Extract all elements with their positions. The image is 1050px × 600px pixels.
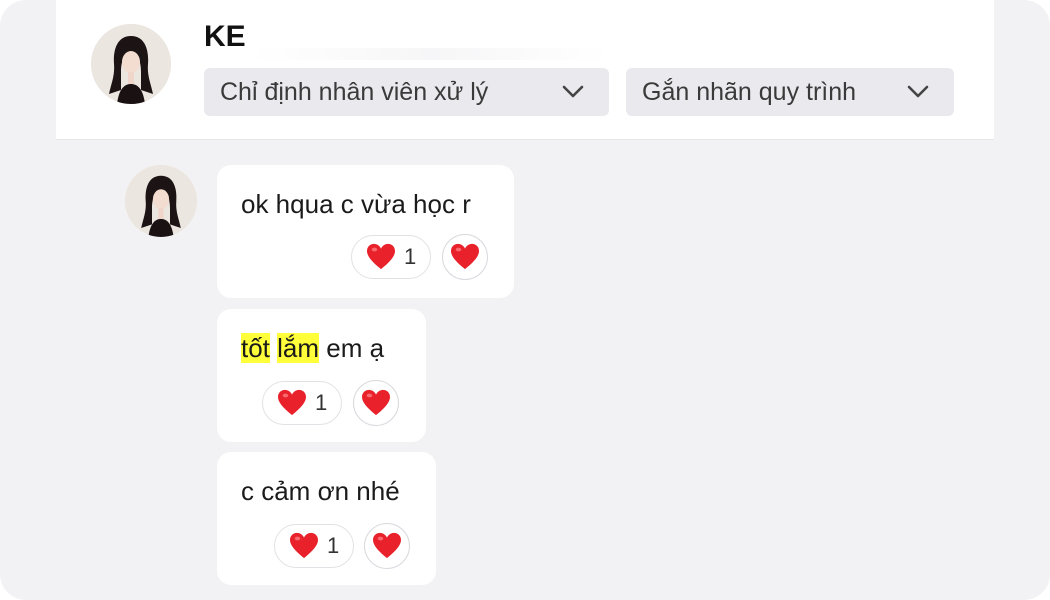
chevron-down-icon (907, 85, 929, 98)
assign-staff-dropdown[interactable]: Chỉ định nhân viên xử lý (204, 68, 609, 116)
conversation-header: KE Chỉ định nhân viên xử lý Gắn nhãn quy… (56, 0, 994, 140)
message-text: c cảm ơn nhé (241, 476, 400, 506)
reaction-chip[interactable]: 1 (351, 235, 431, 279)
add-reaction-button[interactable] (364, 523, 410, 569)
heart-icon (367, 243, 395, 270)
message-bubble[interactable]: c cảm ơn nhé 1 (217, 452, 436, 585)
contact-name: KE (204, 20, 246, 53)
add-reaction-button[interactable] (442, 234, 488, 280)
chevron-down-icon (562, 85, 584, 98)
message-bubble[interactable]: tốt lắm em ạ 1 (217, 309, 426, 442)
message-text: ok hqua c vừa học r (241, 189, 471, 219)
sender-avatar[interactable] (125, 165, 197, 237)
reaction-count: 1 (327, 533, 340, 558)
heart-icon (373, 532, 401, 559)
reaction-count: 1 (315, 390, 328, 415)
contact-name-mask (251, 48, 611, 60)
contact-avatar[interactable] (91, 24, 171, 104)
heart-icon (362, 389, 390, 416)
heart-icon (278, 389, 306, 416)
reaction-count: 1 (404, 244, 417, 269)
assign-staff-label: Chỉ định nhân viên xử lý (220, 77, 489, 106)
heart-icon (451, 243, 479, 270)
add-reaction-button[interactable] (353, 380, 399, 426)
process-label-dropdown[interactable]: Gắn nhãn quy trình (626, 68, 954, 116)
heart-icon (290, 532, 318, 559)
message-text: tốt lắm em ạ (241, 333, 385, 363)
reaction-chip[interactable]: 1 (262, 381, 342, 425)
reaction-chip[interactable]: 1 (274, 524, 354, 568)
chat-window: KE Chỉ định nhân viên xử lý Gắn nhãn quy… (0, 0, 1050, 600)
process-label-text: Gắn nhãn quy trình (642, 77, 857, 106)
highlighted-word: tốt (241, 333, 270, 363)
highlighted-word: lắm (277, 333, 320, 363)
message-bubble[interactable]: ok hqua c vừa học r 1 (217, 165, 514, 298)
